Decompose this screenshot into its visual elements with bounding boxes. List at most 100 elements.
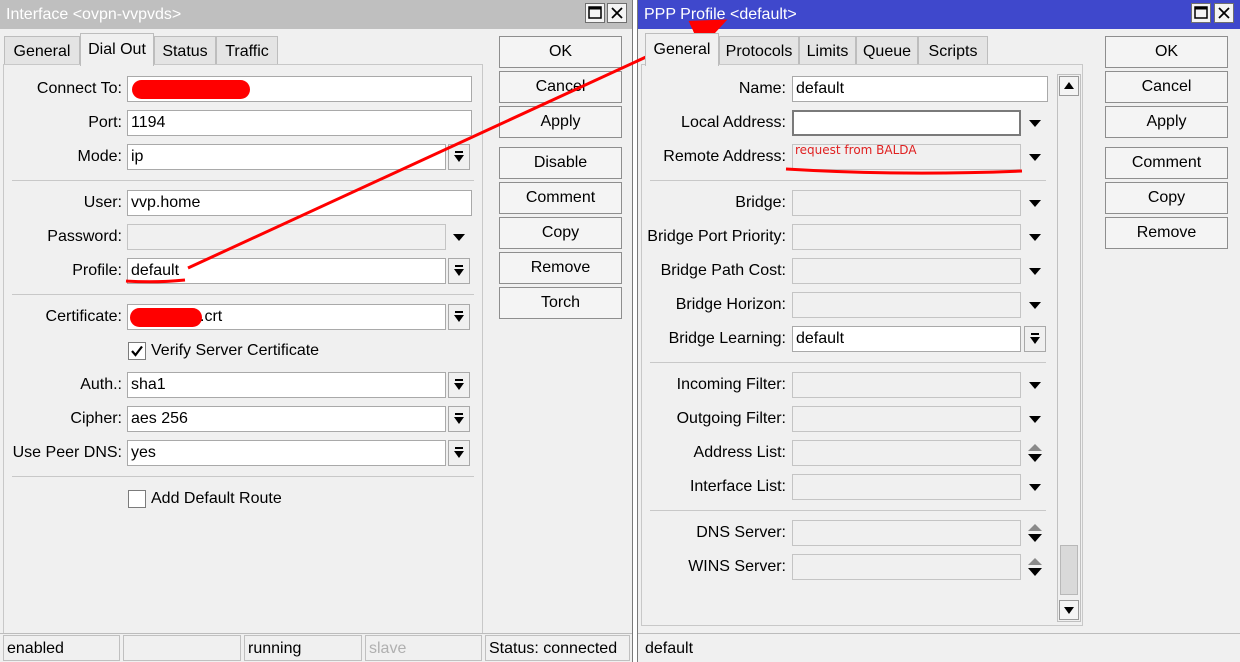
tab-general[interactable]: General (645, 33, 719, 66)
user-label: User: (83, 194, 122, 211)
close-button[interactable] (607, 3, 627, 23)
maximize-button[interactable] (1191, 3, 1211, 23)
bridge-path-cost-input[interactable] (792, 258, 1021, 284)
cipher-label: Cipher: (70, 410, 122, 427)
use-peer-dns-dropdown-button[interactable] (448, 440, 470, 466)
up-down-arrows-icon (1028, 444, 1042, 462)
address-list-updown-button[interactable] (1024, 440, 1046, 466)
maximize-button[interactable] (585, 3, 605, 23)
separator (12, 294, 474, 295)
ppp-profile-window: PPP Profile <default> General Protocols … (637, 0, 1240, 662)
profile-dropdown-button[interactable] (448, 258, 470, 284)
auth-dropdown-button[interactable] (448, 372, 470, 398)
outgoing-filter-dropdown-button[interactable] (1024, 406, 1046, 432)
status-connected: Status: connected (485, 635, 630, 661)
verify-server-certificate-checkbox[interactable] (128, 342, 146, 360)
wins-server-updown-button[interactable] (1024, 554, 1046, 580)
disable-button[interactable]: Disable (499, 147, 622, 179)
dns-server-input[interactable] (792, 520, 1021, 546)
incoming-filter-dropdown-button[interactable] (1024, 372, 1046, 398)
comment-button[interactable]: Comment (499, 182, 622, 214)
user-input[interactable]: vvp.home (127, 190, 472, 216)
ppp-profile-window-title: PPP Profile <default> (644, 6, 797, 23)
bridge-port-priority-input[interactable] (792, 224, 1021, 250)
interface-list-dropdown-button[interactable] (1024, 474, 1046, 500)
wins-server-label: WINS Server: (688, 558, 786, 575)
ppp-profile-window-titlebar[interactable]: PPP Profile <default> (638, 0, 1240, 29)
bridge-input[interactable] (792, 190, 1021, 216)
torch-button[interactable]: Torch (499, 287, 622, 319)
interface-list-input[interactable] (792, 474, 1021, 500)
bridge-horizon-dropdown-button[interactable] (1024, 292, 1046, 318)
local-address-dropdown-button[interactable] (1024, 110, 1046, 136)
status-running: running (244, 635, 362, 661)
tab-traffic[interactable]: Traffic (216, 36, 278, 65)
arrow-up-icon (1064, 82, 1074, 89)
bridge-learning-select[interactable]: default (792, 326, 1021, 352)
profile-select[interactable]: default (127, 258, 446, 284)
bridge-path-cost-dropdown-button[interactable] (1024, 258, 1046, 284)
connect-to-label: Connect To: (36, 80, 122, 97)
bridge-learning-dropdown-button[interactable] (1024, 326, 1046, 352)
use-peer-dns-select[interactable]: yes (127, 440, 446, 466)
scroll-up-button[interactable] (1059, 76, 1079, 96)
tab-limits[interactable]: Limits (799, 36, 856, 65)
tab-dial-out[interactable]: Dial Out (80, 33, 154, 66)
apply-button[interactable]: Apply (1105, 106, 1228, 138)
dropdown-arrow-icon (454, 265, 464, 276)
dropdown-arrow-icon (1030, 333, 1040, 344)
status-slave: slave (365, 635, 482, 661)
cancel-button[interactable]: Cancel (1105, 71, 1228, 103)
triangle-down-icon (1029, 154, 1041, 161)
copy-button[interactable]: Copy (1105, 182, 1228, 214)
password-dropdown-button[interactable] (448, 224, 470, 250)
password-input[interactable] (127, 224, 446, 250)
address-list-input[interactable] (792, 440, 1021, 466)
name-input[interactable]: default (792, 76, 1048, 102)
cipher-select[interactable]: aes 256 (127, 406, 446, 432)
incoming-filter-input[interactable] (792, 372, 1021, 398)
comment-button[interactable]: Comment (1105, 147, 1228, 179)
remove-button[interactable]: Remove (499, 252, 622, 284)
outgoing-filter-input[interactable] (792, 406, 1021, 432)
add-default-route-label: Add Default Route (151, 490, 282, 507)
scroll-down-button[interactable] (1059, 600, 1079, 620)
port-input[interactable]: 1194 (127, 110, 472, 136)
ok-button[interactable]: OK (1105, 36, 1228, 68)
triangle-down-icon (1029, 234, 1041, 241)
mode-label: Mode: (77, 148, 122, 165)
ok-button[interactable]: OK (499, 36, 622, 68)
auth-select[interactable]: sha1 (127, 372, 446, 398)
bridge-dropdown-button[interactable] (1024, 190, 1046, 216)
scrollbar-thumb[interactable] (1060, 545, 1078, 595)
triangle-down-icon (1029, 268, 1041, 275)
tab-general[interactable]: General (4, 36, 80, 65)
mode-select[interactable]: ip (127, 144, 446, 170)
apply-button[interactable]: Apply (499, 106, 622, 138)
tab-queue[interactable]: Queue (856, 36, 918, 65)
remote-address-dropdown-button[interactable] (1024, 144, 1046, 170)
bridge-horizon-input[interactable] (792, 292, 1021, 318)
copy-button[interactable]: Copy (499, 217, 622, 249)
triangle-down-icon (1029, 302, 1041, 309)
cancel-button[interactable]: Cancel (499, 71, 622, 103)
vertical-scrollbar[interactable] (1057, 74, 1081, 622)
certificate-dropdown-button[interactable] (448, 304, 470, 330)
dns-server-updown-button[interactable] (1024, 520, 1046, 546)
remove-button[interactable]: Remove (1105, 217, 1228, 249)
interface-window-titlebar[interactable]: Interface <ovpn-vvpvds> (0, 0, 632, 29)
profile-label: Profile: (72, 262, 122, 279)
bridge-port-priority-dropdown-button[interactable] (1024, 224, 1046, 250)
tab-protocols[interactable]: Protocols (719, 36, 799, 65)
local-address-input[interactable] (792, 110, 1021, 136)
redaction-mark (132, 80, 250, 99)
cipher-dropdown-button[interactable] (448, 406, 470, 432)
bridge-label: Bridge: (735, 194, 786, 211)
add-default-route-checkbox[interactable] (128, 490, 146, 508)
tab-scripts[interactable]: Scripts (918, 36, 988, 65)
close-button[interactable] (1214, 3, 1234, 23)
mode-dropdown-button[interactable] (448, 144, 470, 170)
ppp-general-panel: Name: default Local Address: Remote Addr… (641, 64, 1083, 626)
tab-status[interactable]: Status (154, 36, 216, 65)
wins-server-input[interactable] (792, 554, 1021, 580)
